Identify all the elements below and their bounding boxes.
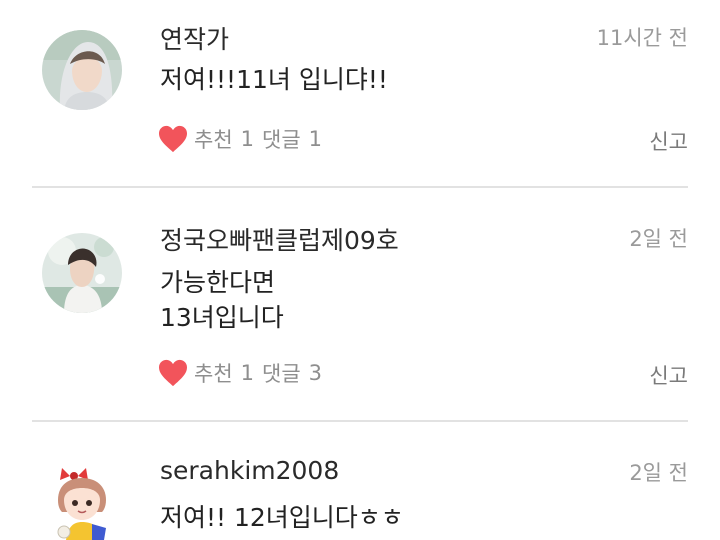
comment-item: 연작가 11시간 전 저여!!!11녀 입니댜!! 추천 1 댓글 1 신고 — [0, 0, 720, 188]
reply-count: 1 — [308, 127, 323, 151]
comment-timestamp: 11시간 전 — [596, 26, 688, 50]
comment-username[interactable]: serahkim2008 — [160, 456, 339, 485]
reply-label[interactable]: 댓글 — [262, 124, 301, 154]
avatar[interactable] — [42, 233, 122, 313]
comment-username[interactable]: 정국오빠팬클럽제09호 — [160, 221, 399, 257]
like-label[interactable]: 추천 — [194, 124, 233, 154]
comment-item: serahkim2008 2일 전 저여!! 12녀입니다ㅎㅎ — [0, 422, 720, 540]
comment-timestamp: 2일 전 — [629, 461, 688, 485]
comment-actions: 추천 1 댓글 3 — [158, 358, 322, 388]
comment-actions: 추천 1 댓글 1 — [158, 124, 322, 154]
comment-text: 가능한다면 13녀입니다 — [160, 268, 284, 332]
heart-icon[interactable] — [158, 125, 188, 153]
heart-icon[interactable] — [158, 359, 188, 387]
like-label[interactable]: 추천 — [194, 358, 233, 388]
comment-text: 저여!! 12녀입니다ㅎㅎ — [160, 503, 404, 532]
comment-text: 저여!!!11녀 입니댜!! — [160, 65, 388, 94]
reply-label[interactable]: 댓글 — [262, 358, 301, 388]
like-count: 1 — [240, 127, 255, 151]
reply-count: 3 — [308, 361, 323, 385]
comment-username[interactable]: 연작가 — [160, 20, 229, 56]
report-button[interactable]: 신고 — [649, 360, 688, 390]
comment-item: 정국오빠팬클럽제09호 2일 전 가능한다면 13녀입니다 추천 1 댓글 3 … — [0, 188, 720, 422]
like-count: 1 — [240, 361, 255, 385]
avatar[interactable] — [42, 30, 122, 110]
avatar[interactable] — [48, 466, 118, 540]
comment-timestamp: 2일 전 — [629, 227, 688, 251]
report-button[interactable]: 신고 — [649, 126, 688, 156]
